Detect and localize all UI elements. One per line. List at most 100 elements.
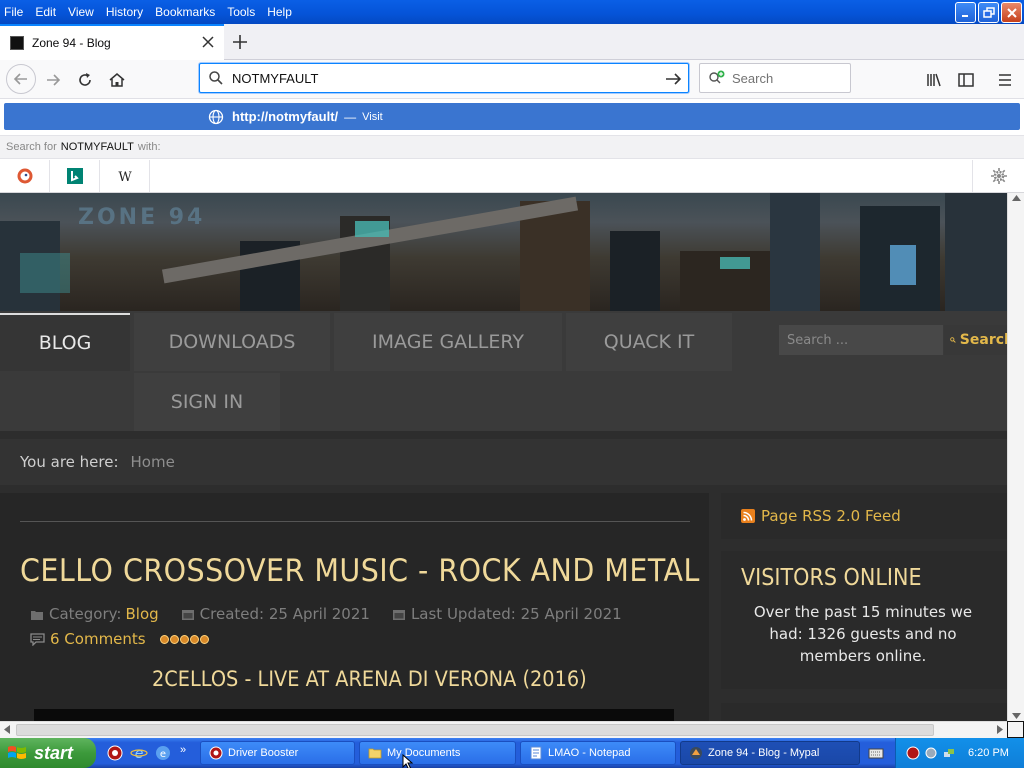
plus-icon[interactable] [230,32,250,52]
close-icon[interactable] [202,36,214,48]
nav-downloads[interactable]: DOWNLOADS [134,313,330,371]
nav-image-gallery[interactable]: IMAGE GALLERY [334,313,562,371]
search-icon [950,337,956,343]
rating-star[interactable] [179,634,189,644]
task-label: LMAO - Notepad [548,747,631,759]
internet-explorer-icon[interactable]: e [130,744,148,762]
quick-launch-overflow-icon[interactable]: » [180,744,186,762]
search-bar[interactable] [699,63,851,93]
start-button[interactable]: start [0,738,96,768]
scroll-up-icon[interactable] [1012,195,1021,201]
mypal-icon [690,747,702,759]
task-my-documents[interactable]: My Documents [359,741,516,765]
back-arrow-icon [13,73,27,85]
close-window-button[interactable] [1001,2,1022,23]
web-page: ZONE 94 BLOG DOWNLOADS IMAGE GALLERY QUA… [0,193,1007,721]
svg-text:e: e [135,746,144,762]
engine-bing[interactable] [50,160,100,192]
rating-star[interactable] [199,634,209,644]
site-search-input[interactable] [779,325,943,355]
search-for-prefix: Search for [6,141,57,153]
task-driver-booster[interactable]: Driver Booster [200,741,355,765]
engine-wikipedia[interactable]: W [100,160,150,192]
url-input[interactable] [232,70,652,86]
article-meta: Category: Blog Created: 25 April 2021 La… [30,605,644,623]
browser-icon[interactable]: e [154,744,172,762]
divider [20,521,690,522]
category-label: Category: [49,605,122,623]
back-button[interactable] [6,64,36,94]
nav-sign-in[interactable]: SIGN IN [134,373,280,431]
menu-edit[interactable]: Edit [29,4,62,20]
menu-history[interactable]: History [100,4,149,20]
home-button[interactable] [103,66,131,94]
search-input[interactable] [732,70,842,86]
rating-star[interactable] [169,634,179,644]
suggestion-action: Visit [362,110,383,123]
wikipedia-icon: W [118,170,132,185]
rss-feed-label: Page RSS 2.0 Feed [761,507,901,525]
created-date: Created: 25 April 2021 [199,605,370,623]
rss-feed-link[interactable]: Page RSS 2.0 Feed [721,493,1007,539]
forward-button[interactable] [39,66,67,94]
engine-duckduckgo[interactable] [0,160,50,192]
driver-booster-icon[interactable] [106,744,124,762]
suggestion-url: http://notmyfault/ [232,109,339,124]
url-suggestion-row[interactable]: http://notmyfault/ — Visit [4,103,1020,130]
menu-help[interactable]: Help [261,4,298,20]
tray-utility-icon[interactable] [924,746,938,760]
rating-star[interactable] [159,634,169,644]
scroll-thumb[interactable] [16,724,934,736]
library-button[interactable] [920,66,948,94]
comment-icon [30,632,45,646]
driver-booster-tray-icon[interactable] [906,746,920,760]
rating-star[interactable] [189,634,199,644]
mouse-cursor-icon [402,754,414,768]
tab-zone94[interactable]: Zone 94 - Blog [0,24,224,60]
scroll-down-icon[interactable] [1012,713,1021,719]
scroll-right-icon[interactable] [997,725,1003,734]
menu-bookmarks[interactable]: Bookmarks [149,4,221,20]
site-search-button[interactable]: Search [944,325,1007,355]
menu-view[interactable]: View [62,4,100,20]
vertical-scrollbar[interactable] [1007,193,1024,721]
horizontal-scrollbar[interactable] [0,721,1007,738]
menu-file[interactable]: File [0,4,29,20]
restore-button[interactable] [978,2,999,23]
article-title[interactable]: CELLO CROSSOVER MUSIC - ROCK AND METAL [20,553,700,589]
article-subtitle: 2CELLOS - LIVE AT ARENA DI VERONA (2016) [152,667,587,691]
nav-blog[interactable]: BLOG [0,313,130,371]
breadcrumb-home-link[interactable]: Home [131,453,175,471]
search-icon [209,71,223,85]
article-meta-secondary: 6 Comments [30,630,209,648]
restore-icon [982,6,995,18]
menu-button[interactable] [991,66,1019,94]
search-for-query: NOTMYFAULT [60,141,134,153]
nav-quack-it[interactable]: QUACK IT [566,313,732,371]
clock[interactable]: 6:20 PM [968,747,1009,759]
comments-link[interactable]: 6 Comments [50,630,146,648]
task-mypal[interactable]: Zone 94 - Blog - Mypal [680,741,860,765]
site-main-nav: BLOG DOWNLOADS IMAGE GALLERY QUACK IT SI… [0,311,1007,431]
sidebar-toggle-button[interactable] [952,66,980,94]
go-arrow-icon[interactable] [664,70,682,88]
task-label: Zone 94 - Blog - Mypal [708,747,820,759]
start-label: start [34,742,74,763]
reload-button[interactable] [71,66,99,94]
search-for-bar: Search for NOTMYFAULT with: [0,135,1024,159]
task-notepad[interactable]: LMAO - Notepad [520,741,676,765]
minimize-button[interactable] [955,2,976,23]
video-embed[interactable] [34,709,674,721]
reload-icon [79,73,91,86]
url-bar[interactable] [199,63,689,93]
menu-tools[interactable]: Tools [221,4,261,20]
keyboard-icon[interactable] [868,746,884,760]
task-label: Driver Booster [228,747,299,759]
category-link[interactable]: Blog [125,605,158,623]
site-search-button-label: Search [959,332,1007,348]
network-icon[interactable] [942,746,956,760]
search-settings-button[interactable] [972,160,1024,192]
windows-logo-icon [8,746,26,759]
window-controls [955,2,1022,23]
scroll-left-icon[interactable] [4,725,10,734]
